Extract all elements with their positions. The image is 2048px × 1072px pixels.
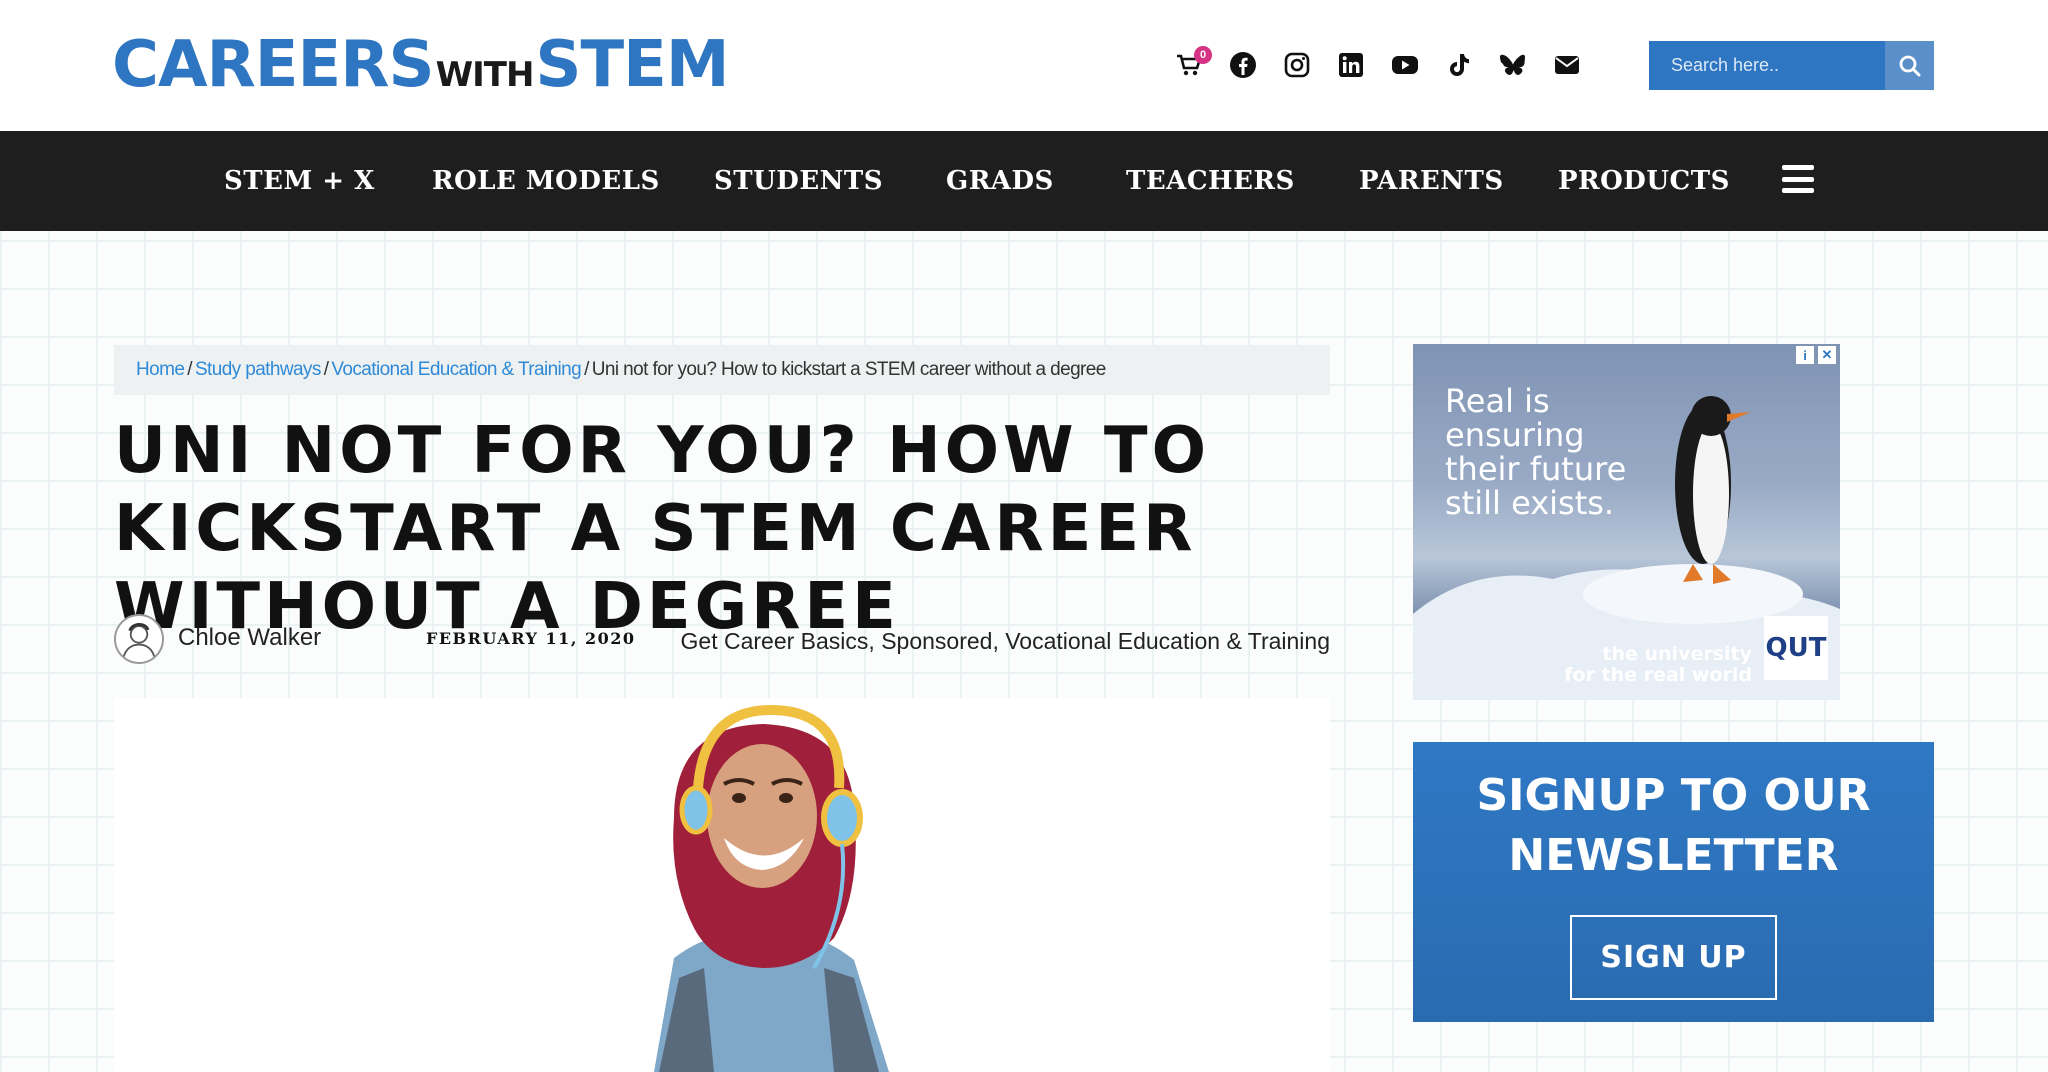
logo-text-careers: CAREERS [112,28,435,102]
youtube-icon[interactable] [1388,48,1422,82]
linkedin-icon[interactable] [1334,48,1368,82]
search-icon [1899,55,1920,76]
newsletter-title-line: newsletter [1508,830,1839,881]
ad-line: ensuring [1445,416,1585,454]
instagram-icon[interactable] [1280,48,1314,82]
ad-tagline: the university for the real world [1564,644,1752,686]
breadcrumb-current: Uni not for you? How to kickstart a STEM… [591,359,1107,380]
article-meta: Chloe Walker February 11, 2020 Get Caree… [114,612,1330,664]
ad-tagline-line: the university [1602,643,1752,665]
email-icon[interactable] [1550,48,1584,82]
breadcrumb: Home / Study pathways / Vocational Educa… [114,345,1330,395]
article-categories[interactable]: Get Career Basics, Sponsored, Vocational… [681,628,1330,655]
newsletter-title: Signup to our newsletter [1413,766,1934,886]
ad-brand-logo: QUT [1764,616,1828,680]
main-nav: STEM + X ROLE MODELS STUDENTS GRADS TEAC… [0,131,2048,231]
nav-item-students[interactable]: STUDENTS [714,131,883,231]
logo-text-with: WITH [435,55,535,95]
social-links: 0 [1172,44,1604,86]
site-logo[interactable]: CAREERS WITH STEM [112,28,730,102]
nav-item-stem-x[interactable]: STEM + X [224,131,375,231]
menu-hamburger-icon[interactable] [1782,165,1814,193]
breadcrumb-separator: / [584,359,589,380]
breadcrumb-vet[interactable]: Vocational Education & Training [331,359,581,381]
cart-icon[interactable]: 0 [1172,46,1212,82]
tiktok-icon[interactable] [1442,48,1476,82]
ad-controls: i ✕ [1796,346,1836,364]
signup-button[interactable]: SIGN UP [1570,915,1777,1000]
advertisement[interactable]: i ✕ Real is ensuring their future still … [1413,344,1840,700]
author-avatar[interactable] [114,614,164,664]
author-name[interactable]: Chloe Walker [178,624,321,652]
search-input[interactable] [1649,41,1885,90]
ad-headline: Real is ensuring their future still exis… [1445,384,1626,520]
search-bar [1649,41,1934,90]
ad-line: their future [1445,450,1627,488]
search-button[interactable] [1885,41,1934,90]
nav-item-role-models[interactable]: ROLE MODELS [432,131,660,231]
ad-line: still exists. [1445,484,1615,522]
facebook-icon[interactable] [1226,48,1260,82]
article-title: Uni not for you? How to kickstart a STEM… [114,414,1210,644]
article-hero-image [114,698,1330,1072]
publish-date: February 11, 2020 [426,629,636,648]
site-header: CAREERS WITH STEM 0 [0,0,2048,131]
nav-item-grads[interactable]: GRADS [946,131,1054,231]
nav-item-products[interactable]: PRODUCTS [1558,131,1730,231]
bluesky-icon[interactable] [1496,48,1530,82]
nav-item-teachers[interactable]: TEACHERS [1126,131,1295,231]
ad-info-icon[interactable]: i [1796,346,1814,364]
student-with-headphones-image [114,698,1330,1072]
ad-tagline-line: for the real world [1564,664,1752,686]
breadcrumb-separator: / [323,359,329,380]
logo-text-stem: STEM [535,28,729,102]
ad-close-icon[interactable]: ✕ [1818,346,1836,364]
ad-line: Real is [1445,382,1550,420]
nav-item-parents[interactable]: PARENTS [1359,131,1504,231]
newsletter-title-line: Signup to our [1476,770,1871,821]
breadcrumb-home[interactable]: Home [136,359,185,381]
breadcrumb-separator: / [187,359,192,380]
newsletter-signup-box: Signup to our newsletter SIGN UP [1413,742,1934,1022]
breadcrumb-study-pathways[interactable]: Study pathways [195,359,321,381]
cart-count-badge: 0 [1194,46,1212,64]
